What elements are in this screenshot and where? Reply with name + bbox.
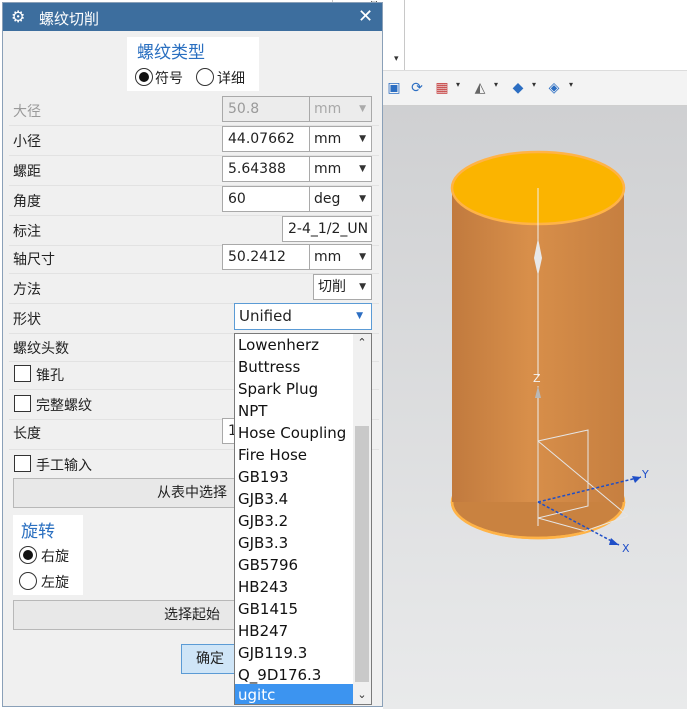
radio-detailed-label: 详细 — [217, 71, 245, 87]
list-item[interactable]: HB247 — [235, 620, 353, 642]
x-axis-label: X — [622, 542, 630, 555]
minor-diameter-label: 小径 — [13, 134, 41, 150]
shaft-size-unit-select[interactable]: mm ▼ — [310, 244, 372, 270]
major-diameter-input: 50.8 — [222, 96, 310, 122]
length-label: 长度 — [13, 426, 41, 442]
zoom-window-icon[interactable]: ▣ — [385, 79, 403, 97]
rotation-title: 旋转 — [21, 522, 55, 542]
list-item[interactable]: Lowenherz — [235, 334, 353, 356]
list-item[interactable]: Buttress — [235, 356, 353, 378]
chevron-down-icon: ▼ — [359, 104, 366, 114]
callout-input[interactable]: 2-4_1/2_UN — [282, 216, 372, 242]
list-item[interactable]: Hose Coupling — [235, 422, 353, 444]
chevron-down-icon[interactable]: ▾ — [456, 80, 460, 89]
radio-left-hand[interactable] — [19, 572, 37, 590]
dialog-titlebar[interactable]: ⚙ 螺纹切削 ✕ — [3, 3, 382, 31]
cylinder-model: Z Y X — [450, 150, 649, 555]
chevron-down-icon: ▼ — [359, 252, 366, 262]
radio-detailed[interactable] — [196, 68, 214, 86]
radio-left-hand-label: 左旋 — [41, 575, 69, 591]
radio-right-hand-label: 右旋 — [41, 549, 69, 565]
pitch-input[interactable]: 5.64388 — [222, 156, 310, 182]
thread-type-title: 螺纹类型 — [137, 43, 205, 63]
radio-symbolic-label: 符号 — [155, 71, 183, 87]
list-item[interactable]: Spark Plug — [235, 378, 353, 400]
minor-diameter-input[interactable]: 44.07662 — [222, 126, 310, 152]
settings-gear-icon[interactable]: ⚙ — [11, 7, 25, 26]
thread-starts-label: 螺纹头数 — [13, 341, 69, 357]
list-item-selected[interactable]: ugitc — [235, 684, 353, 704]
list-item[interactable]: GB193 — [235, 466, 353, 488]
chevron-down-icon[interactable]: ▾ — [394, 54, 399, 64]
list-item[interactable]: NPT — [235, 400, 353, 422]
list-item[interactable]: GJB3.2 — [235, 510, 353, 532]
thread-type-group: 螺纹类型 符号 详细 — [127, 37, 259, 91]
panel-divider — [404, 0, 405, 70]
ok-button[interactable]: 确定 — [181, 644, 239, 674]
full-thread-checkbox[interactable] — [14, 395, 31, 412]
chevron-down-icon[interactable]: ▾ — [494, 80, 498, 89]
close-icon[interactable]: ✕ — [358, 6, 373, 27]
scrollbar-thumb[interactable] — [355, 426, 369, 682]
list-item[interactable]: GJB119.3 — [235, 642, 353, 664]
minor-diameter-unit-select[interactable]: mm ▼ — [310, 126, 372, 152]
display-style-icon[interactable]: ◈ — [545, 79, 563, 97]
z-axis-label: Z — [533, 372, 541, 385]
graphics-viewport[interactable]: Z Y X — [383, 106, 687, 709]
list-item[interactable]: GB5796 — [235, 554, 353, 576]
tapered-label: 锥孔 — [36, 368, 64, 384]
chevron-down-icon: ▼ — [356, 311, 363, 321]
angle-unit-select[interactable]: deg ▼ — [310, 186, 372, 212]
rotate-icon[interactable]: ⟳ — [408, 79, 426, 97]
rotation-group: 旋转 右旋 左旋 — [13, 515, 83, 595]
method-label: 方法 — [13, 282, 41, 298]
full-thread-label: 完整螺纹 — [36, 398, 92, 414]
angle-input[interactable]: 60 — [222, 186, 310, 212]
pitch-unit-select[interactable]: mm ▼ — [310, 156, 372, 182]
scroll-down-icon[interactable]: ⌄ — [353, 686, 371, 704]
angle-label: 角度 — [13, 194, 41, 210]
shaft-size-label: 轴尺寸 — [13, 252, 55, 268]
list-item[interactable]: HB243 — [235, 576, 353, 598]
radio-symbolic[interactable] — [135, 68, 153, 86]
chevron-down-icon[interactable]: ▾ — [569, 80, 573, 89]
list-item[interactable]: GB1415 — [235, 598, 353, 620]
dialog-title: 螺纹切削 — [39, 10, 100, 28]
shaft-size-input[interactable]: 50.2412 — [222, 244, 310, 270]
manual-input-label: 手工输入 — [36, 458, 92, 474]
major-diameter-label: 大径 — [13, 104, 41, 120]
form-select[interactable]: Unified ▼ — [234, 303, 372, 330]
list-item[interactable]: GJB3.3 — [235, 532, 353, 554]
method-select[interactable]: 切削 ▼ — [313, 274, 372, 300]
list-item[interactable]: Q_9D176.3 — [235, 664, 353, 686]
form-dropdown-list[interactable]: Lowenherz Buttress Spark Plug NPT Hose C… — [234, 333, 372, 705]
tapered-checkbox[interactable] — [14, 365, 31, 382]
chevron-down-icon: ▼ — [359, 164, 366, 174]
major-diameter-unit: mm ▼ — [310, 96, 372, 122]
table-icon[interactable]: ▦ — [433, 79, 451, 97]
manual-input-checkbox[interactable] — [14, 455, 31, 472]
form-label: 形状 — [13, 312, 41, 328]
dropdown-scrollbar[interactable]: ⌃ ⌄ — [353, 334, 371, 704]
pitch-label: 螺距 — [13, 164, 41, 180]
y-axis-label: Y — [641, 468, 649, 481]
chevron-down-icon: ▼ — [359, 134, 366, 144]
chevron-down-icon: ▼ — [359, 282, 366, 292]
list-item[interactable]: GJB3.4 — [235, 488, 353, 510]
radio-right-hand[interactable] — [19, 546, 37, 564]
list-item[interactable]: Fire Hose — [235, 444, 353, 466]
chevron-down-icon: ▼ — [359, 194, 366, 204]
chevron-down-icon[interactable]: ▾ — [532, 80, 536, 89]
render-mode-icon[interactable]: ◭ — [471, 79, 489, 97]
view-cube-icon[interactable]: ◆ — [509, 79, 527, 97]
scroll-up-icon[interactable]: ⌃ — [353, 334, 371, 352]
callout-label: 标注 — [13, 224, 41, 240]
view-toolbar: ▣ ⟳ ▦ ▾ ◭ ▾ ◆ ▾ ◈ ▾ — [383, 70, 687, 106]
